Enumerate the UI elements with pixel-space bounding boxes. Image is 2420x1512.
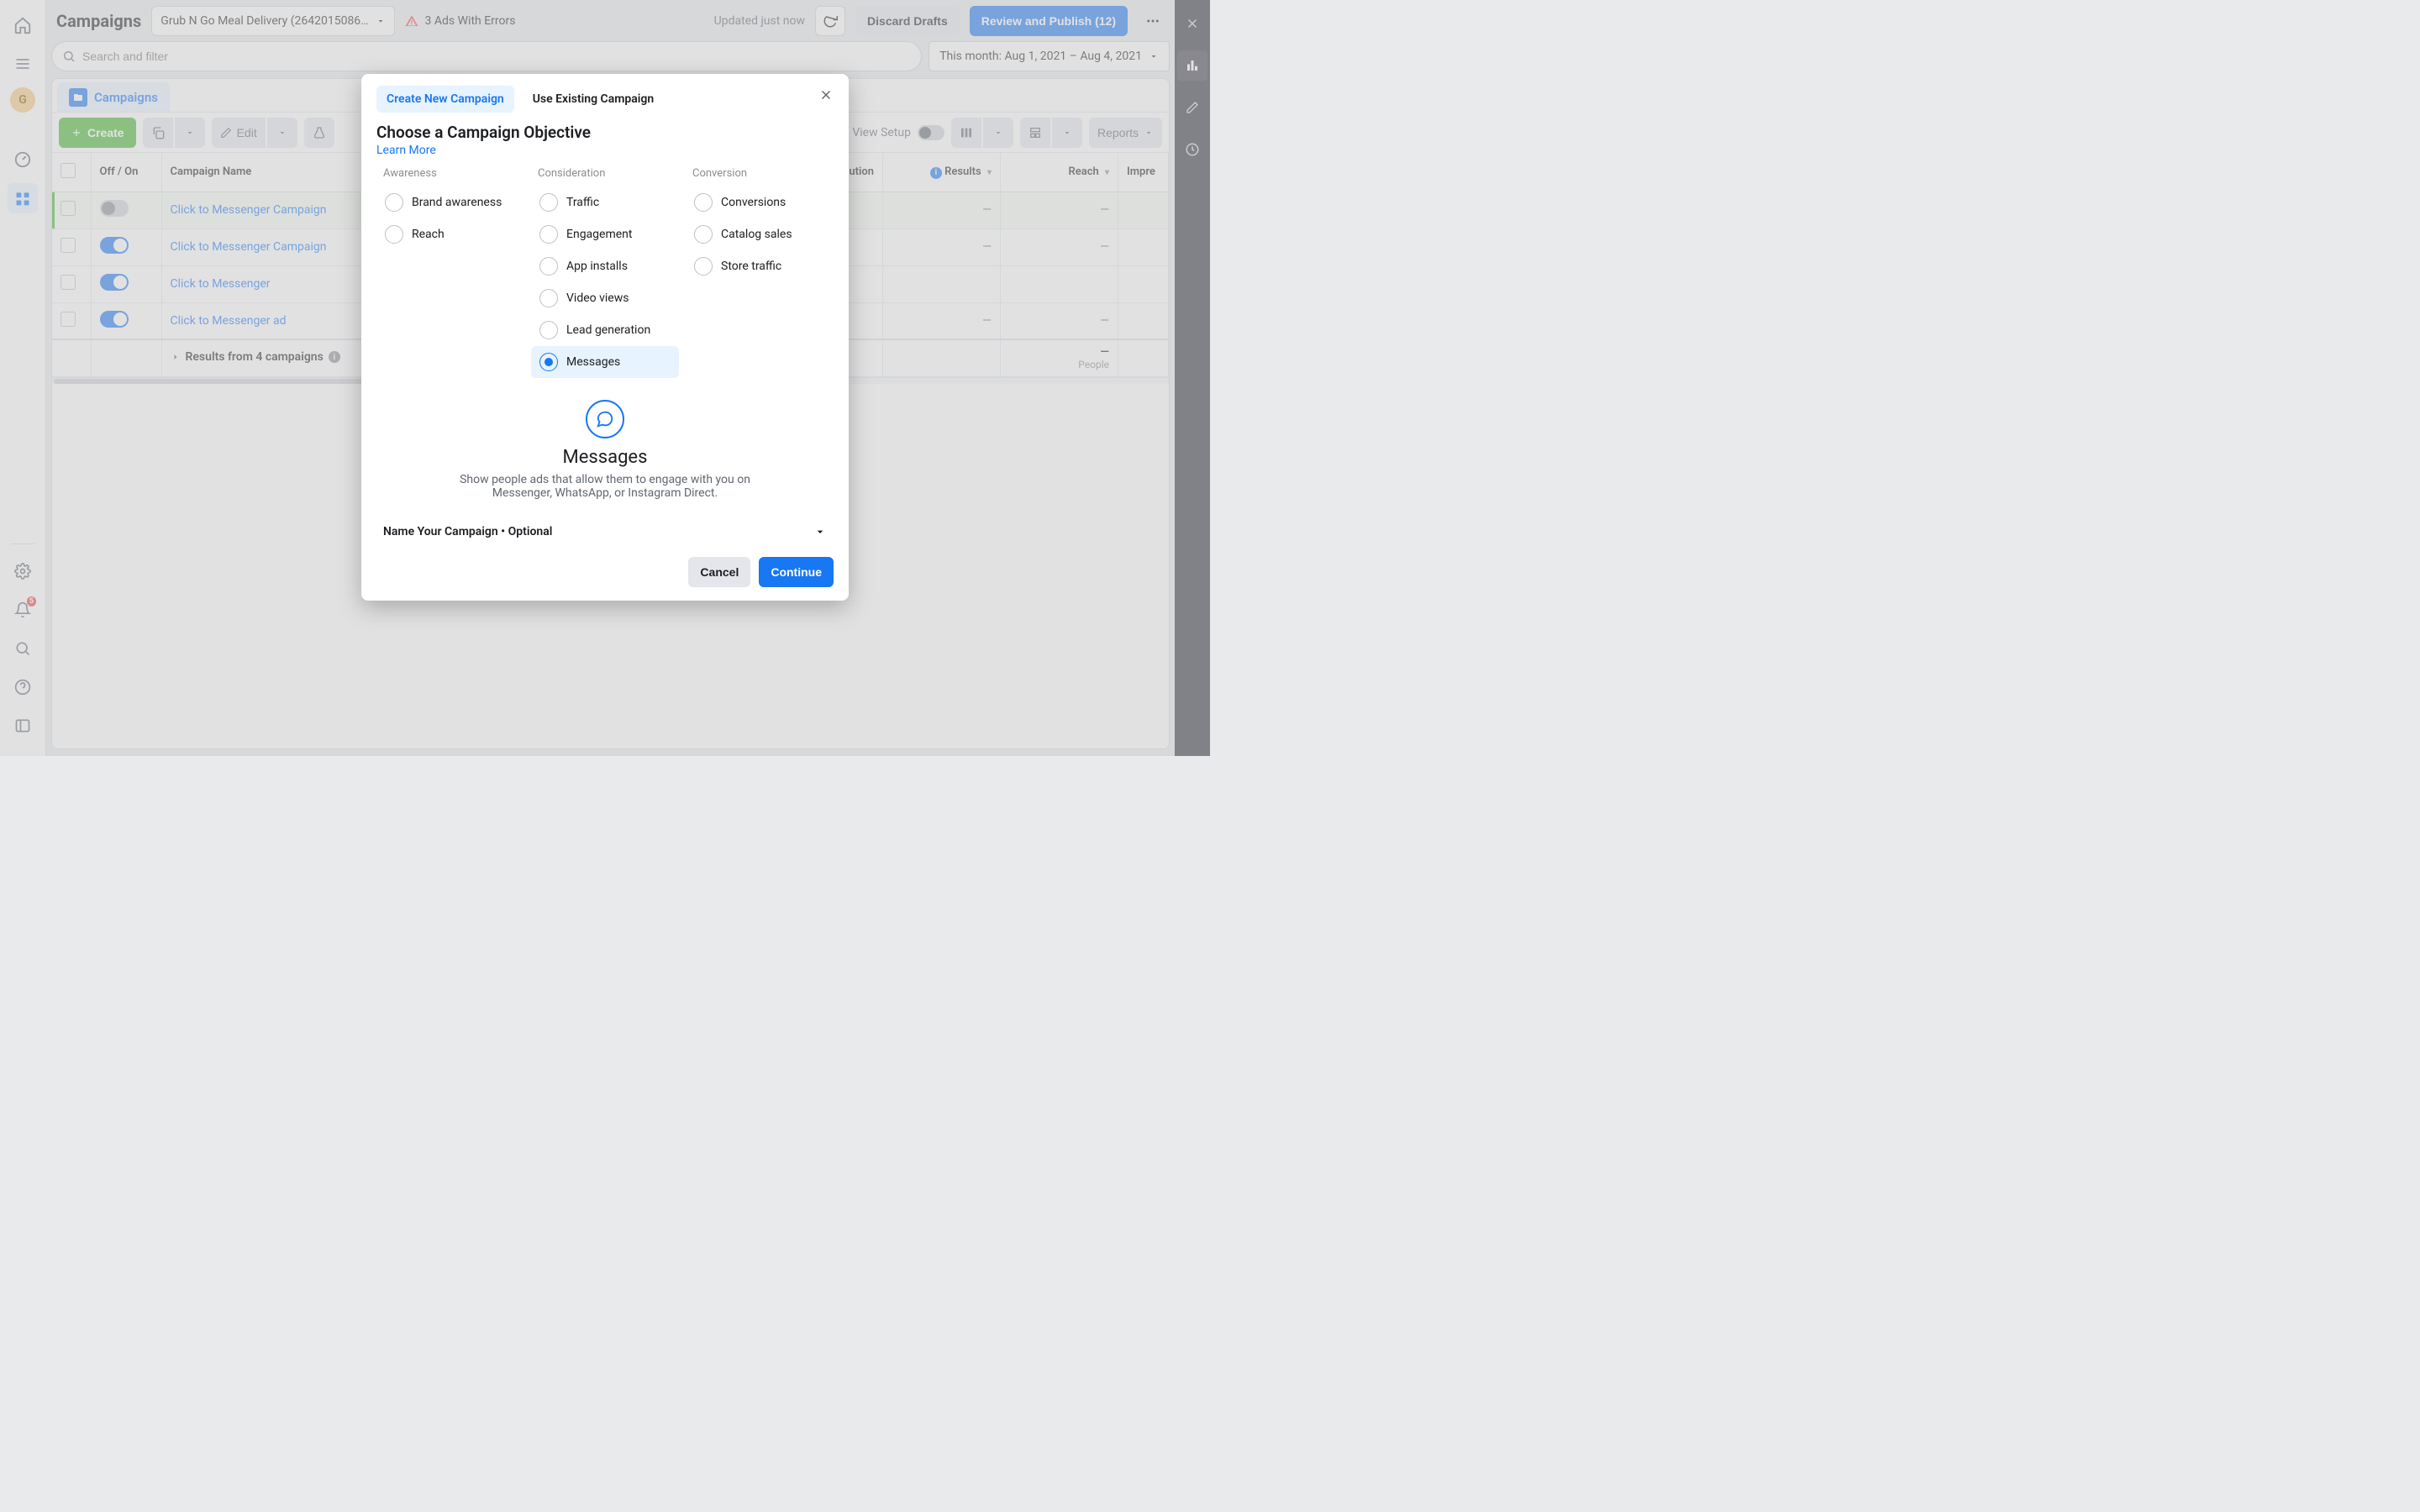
radio-icon <box>539 289 558 307</box>
radio-icon <box>539 353 558 371</box>
tab-create-new[interactable]: Create New Campaign <box>376 86 514 113</box>
objective-option[interactable]: App installs <box>531 250 679 282</box>
col-consideration: Consideration Traffic Engagement App insta… <box>531 167 679 378</box>
objective-label: Reach <box>412 228 445 241</box>
objective-label: Video views <box>566 291 629 305</box>
radio-icon <box>385 193 403 212</box>
radio-icon <box>694 257 713 276</box>
objective-label: App installs <box>566 260 628 273</box>
group-conversion-title: Conversion <box>686 167 834 180</box>
objective-option[interactable]: Brand awareness <box>376 186 524 218</box>
radio-icon <box>694 193 713 212</box>
objective-label: Conversions <box>721 196 786 209</box>
learn-more-link[interactable]: Learn More <box>376 144 436 157</box>
preview-desc: Show people ads that allow them to engag… <box>433 473 777 500</box>
continue-button[interactable]: Continue <box>759 557 834 587</box>
close-icon <box>818 87 834 102</box>
radio-icon <box>694 225 713 244</box>
objective-columns: Awareness Brand awareness Reach Considera… <box>376 167 834 378</box>
objective-label: Brand awareness <box>412 196 502 209</box>
objective-option[interactable]: Traffic <box>531 186 679 218</box>
objective-option[interactable]: Store traffic <box>686 250 834 282</box>
tab-use-existing[interactable]: Use Existing Campaign <box>523 86 664 113</box>
name-campaign-expander[interactable]: Name Your Campaign • Optional <box>376 515 834 549</box>
objective-label: Engagement <box>566 228 632 241</box>
objective-option[interactable]: Video views <box>531 282 679 314</box>
group-awareness-title: Awareness <box>376 167 524 180</box>
modal-title: Choose a Campaign Objective <box>376 123 834 142</box>
radio-icon <box>539 193 558 212</box>
objective-option[interactable]: Catalog sales <box>686 218 834 250</box>
modal-tabs: Create New Campaign Use Existing Campaig… <box>376 86 834 113</box>
objective-label: Lead generation <box>566 323 650 337</box>
cancel-button[interactable]: Cancel <box>688 557 750 587</box>
objective-label: Store traffic <box>721 260 781 273</box>
objective-option[interactable]: Conversions <box>686 186 834 218</box>
col-conversion: Conversion Conversions Catalog sales Store… <box>686 167 834 378</box>
objective-preview: Messages Show people ads that allow them… <box>376 400 834 500</box>
chevron-down-icon <box>813 525 827 538</box>
preview-title: Messages <box>376 447 834 468</box>
radio-icon <box>539 257 558 276</box>
objective-label: Traffic <box>566 196 599 209</box>
modal-close-button[interactable] <box>813 82 839 108</box>
radio-icon <box>539 321 558 339</box>
objective-option[interactable]: Reach <box>376 218 524 250</box>
messages-icon <box>586 400 624 438</box>
group-consideration-title: Consideration <box>531 167 679 180</box>
radio-icon <box>539 225 558 244</box>
name-campaign-label: Name Your Campaign • Optional <box>383 525 552 538</box>
objective-label: Catalog sales <box>721 228 792 241</box>
objective-label: Messages <box>566 355 620 369</box>
create-campaign-modal: Create New Campaign Use Existing Campaig… <box>361 74 849 601</box>
radio-icon <box>385 225 403 244</box>
objective-option[interactable]: Lead generation <box>531 314 679 346</box>
objective-option[interactable]: Messages <box>531 346 679 378</box>
objective-option[interactable]: Engagement <box>531 218 679 250</box>
modal-overlay[interactable]: Create New Campaign Use Existing Campaig… <box>0 0 1210 756</box>
modal-footer: Cancel Continue <box>376 557 834 587</box>
col-awareness: Awareness Brand awareness Reach <box>376 167 524 378</box>
